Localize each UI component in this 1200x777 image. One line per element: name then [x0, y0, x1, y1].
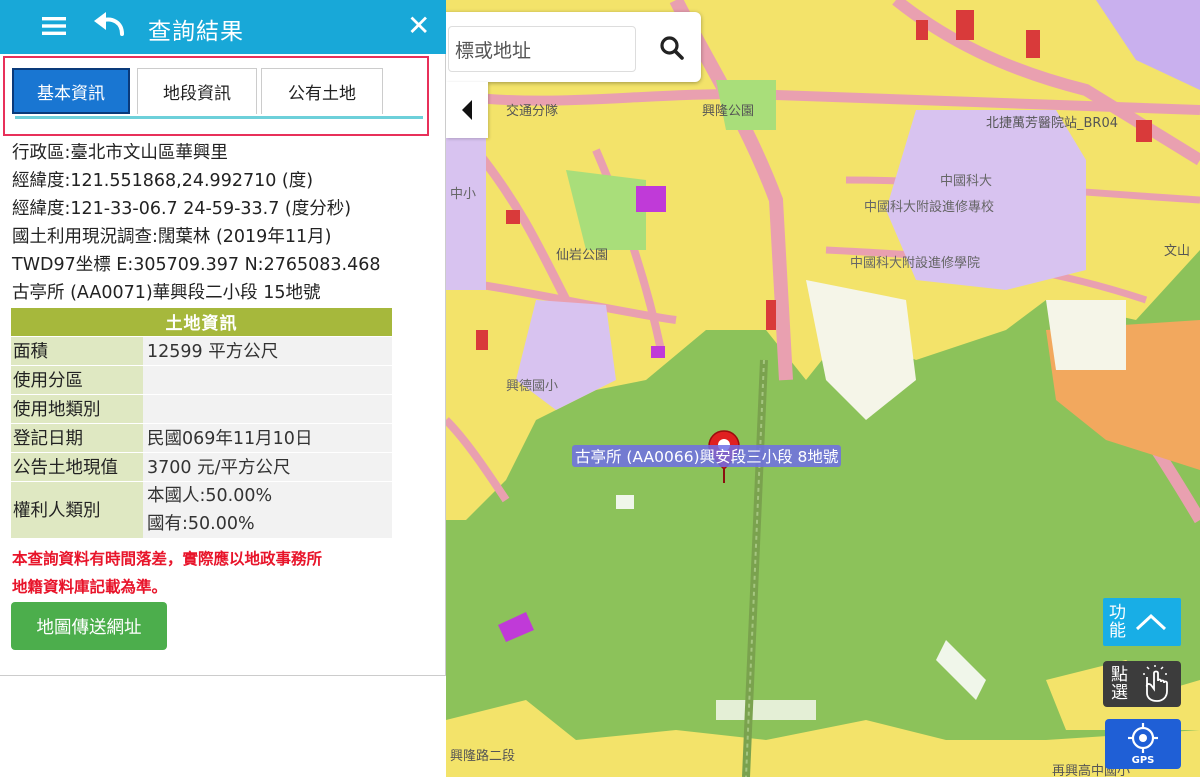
info-land-use: 國土利用現況調查:闊葉林 (2019年11月): [12, 227, 332, 247]
query-result-panel: 查詢結果 ✕ 基本資訊 地段資訊 公有土地 行政區:臺北市文山區華興里 經緯度:…: [0, 0, 446, 676]
send-map-url-button[interactable]: 地圖傳送網址: [11, 602, 167, 650]
disclaimer-text: 本查詢資料有時間落差，實際應以地政事務所 地籍資料庫記載為準。: [12, 545, 432, 601]
row-value: [143, 393, 392, 423]
parcel-label: 古亭所 (AA0066)興安段三小段 8地號: [572, 445, 842, 467]
table-row: 使用分區: [11, 364, 392, 394]
search-button[interactable]: [650, 28, 694, 68]
map-label-middle: 中小: [450, 187, 477, 202]
panel-collapse-button[interactable]: [446, 82, 488, 138]
map-label-police: 交通分隊: [506, 104, 559, 119]
crosshair-icon: [1128, 723, 1158, 753]
tap-hand-icon: [1143, 665, 1168, 702]
panel-title: 查詢結果: [148, 19, 244, 45]
disclaimer-line-2: 地籍資料庫記載為準。: [12, 578, 168, 596]
map-label-park-1: 興隆公園: [702, 104, 755, 119]
row-key: 公告土地現值: [11, 451, 143, 481]
map-label-park-2: 仙岩公園: [556, 248, 609, 263]
info-latlng-deg: 經緯度:121.551868,24.992710 (度): [12, 171, 314, 191]
row-value: 3700 元/平方公尺: [143, 451, 392, 481]
map-label-elementary: 興德國小: [506, 379, 559, 394]
table-row: 面積 12599 平方公尺: [11, 335, 392, 365]
info-twd97: TWD97坐標 E:305709.397 N:2765083.468: [12, 255, 381, 275]
row-key: 登記日期: [11, 422, 143, 452]
info-latlng-dms: 經緯度:121-33-06.7 24-59-33.7 (度分秒): [12, 199, 352, 219]
close-icon[interactable]: ✕: [407, 12, 430, 40]
info-parcel: 古亭所 (AA0071)華興段二小段 15地號: [12, 283, 321, 303]
basic-info: 行政區:臺北市文山區華興里 經緯度:121.551868,24.992710 (…: [12, 139, 442, 307]
map-label-station: 北捷萬芳醫院站_BR04: [986, 116, 1118, 131]
search-input[interactable]: [448, 26, 636, 72]
map-canvas[interactable]: 交通分隊 興隆公園 北捷萬芳醫院站_BR04 中國科大 中國科大附設進修專校 中…: [446, 0, 1200, 777]
row-key: 使用地類別: [11, 393, 143, 423]
panel-header: 查詢結果 ✕: [0, 0, 446, 54]
table-row: 登記日期 民國069年11月10日: [11, 422, 392, 452]
gps-button[interactable]: GPS: [1105, 719, 1181, 769]
tabs-underline: [15, 116, 423, 119]
tab-basic-info[interactable]: 基本資訊: [12, 68, 130, 114]
owner-value-1: 本國人:50.00%: [147, 485, 273, 506]
land-table-title: 土地資訊: [11, 308, 392, 336]
disclaimer-line-1: 本查詢資料有時間落差，實際應以地政事務所: [12, 550, 323, 568]
chevron-up-icon: [1135, 613, 1167, 631]
map-label-university: 中國科大: [940, 174, 993, 189]
row-value: 民國069年11月10日: [143, 422, 392, 452]
row-value: 12599 平方公尺: [143, 335, 392, 365]
undo-arrow-icon[interactable]: [92, 10, 126, 40]
table-row: 使用地類別: [11, 393, 392, 423]
row-value: [143, 364, 392, 394]
gps-label: GPS: [1131, 755, 1155, 766]
magnifier-icon: [660, 36, 684, 60]
tab-section-info[interactable]: 地段資訊: [137, 68, 257, 114]
map-label-school-2: 中國科大附設進修學院: [850, 256, 981, 271]
click-select-button[interactable]: 點選: [1103, 661, 1181, 707]
row-key: 面積: [11, 335, 143, 365]
row-value: 本國人:50.00% 國有:50.00%: [143, 480, 392, 538]
function-button[interactable]: 功能: [1103, 598, 1181, 646]
click-select-label: 點選: [1111, 665, 1128, 703]
table-row: 公告土地現值 3700 元/平方公尺: [11, 451, 392, 481]
hamburger-icon[interactable]: [42, 14, 66, 38]
search-box: [434, 12, 701, 82]
table-row: 權利人類別 本國人:50.00% 國有:50.00%: [11, 480, 392, 538]
info-district: 行政區:臺北市文山區華興里: [12, 143, 228, 163]
tab-public-land[interactable]: 公有土地: [261, 68, 383, 114]
map-label-road: 興隆路二段: [450, 749, 516, 764]
row-key: 使用分區: [11, 364, 143, 394]
function-label: 功能: [1109, 603, 1126, 641]
owner-value-2: 國有:50.00%: [147, 513, 255, 534]
caret-left-icon: [462, 100, 472, 120]
map-label-school-1: 中國科大附設進修專校: [864, 200, 995, 215]
land-info-table: 土地資訊 面積 12599 平方公尺 使用分區 使用地類別 登記日期 民國069…: [11, 308, 392, 538]
tabs-bar: 基本資訊 地段資訊 公有土地: [3, 56, 429, 136]
map-label-wenshan: 文山: [1164, 244, 1191, 259]
row-key: 權利人類別: [11, 480, 143, 538]
